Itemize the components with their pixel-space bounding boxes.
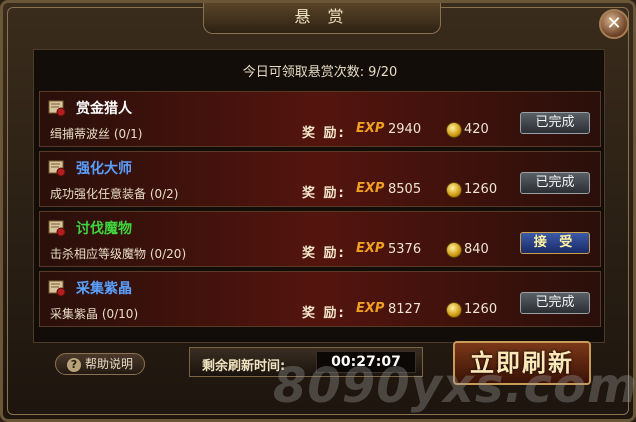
quest-name: 强化大师 — [76, 161, 132, 177]
reward-label: 奖 励: — [302, 126, 346, 141]
exp-label: EXP — [356, 181, 385, 196]
accept-button[interactable]: 接 受 — [520, 232, 590, 254]
window-title: 悬 赏 — [294, 7, 350, 26]
counter-label: 今日可领取悬赏次数: — [242, 65, 365, 80]
reward-label: 奖 励: — [302, 306, 346, 321]
reward-label: 奖 励: — [302, 246, 346, 261]
daily-bounty-counter: 今日可领取悬赏次数: 9/20 — [3, 61, 633, 80]
exp-value: 8505 — [388, 182, 422, 197]
gold-value: 840 — [464, 242, 489, 257]
scroll-icon — [48, 160, 66, 177]
quest-description: 成功强化任意装备 (0/2) — [50, 187, 179, 201]
quest-description: 采集紫晶 (0/10) — [50, 307, 139, 321]
gold-coin-icon — [446, 242, 462, 258]
quest-row: 讨伐魔物 击杀相应等级魔物 (0/20) 奖 励: EXP 5376 840 接… — [39, 211, 601, 267]
exp-value: 2940 — [388, 122, 422, 137]
help-button[interactable]: ? 帮助说明 — [55, 353, 145, 375]
quest-description: 击杀相应等级魔物 (0/20) — [50, 247, 187, 261]
quest-row: 采集紫晶 采集紫晶 (0/10) 奖 励: EXP 8127 1260 已完成 — [39, 271, 601, 327]
quest-description: 缉捕蒂波丝 (0/1) — [50, 127, 143, 141]
completed-button[interactable]: 已完成 — [520, 292, 590, 314]
completed-button[interactable]: 已完成 — [520, 112, 590, 134]
quest-name: 赏金猎人 — [76, 101, 132, 117]
bounty-window: 悬 赏 ✕ 今日可领取悬赏次数: 9/20 赏金猎人 缉捕蒂波丝 (0/1) 奖 … — [0, 0, 636, 422]
scroll-icon — [48, 220, 66, 237]
gold-value: 420 — [464, 122, 489, 137]
close-icon[interactable]: ✕ — [599, 9, 629, 39]
scroll-icon — [48, 100, 66, 117]
gold-coin-icon — [446, 122, 462, 138]
reward-label: 奖 励: — [302, 186, 346, 201]
gold-coin-icon — [446, 302, 462, 318]
quest-name: 讨伐魔物 — [76, 221, 132, 237]
help-icon: ? — [66, 358, 81, 372]
window-title-bar: 悬 赏 — [203, 3, 441, 34]
gold-coin-icon — [446, 182, 462, 198]
help-label: 帮助说明 — [84, 357, 133, 371]
site-watermark: 8090yxs.com — [273, 358, 636, 414]
exp-label: EXP — [356, 241, 385, 256]
exp-value: 5376 — [388, 242, 422, 257]
quest-row: 强化大师 成功强化任意装备 (0/2) 奖 励: EXP 8505 1260 已… — [39, 151, 601, 207]
quest-row: 赏金猎人 缉捕蒂波丝 (0/1) 奖 励: EXP 2940 420 已完成 — [39, 91, 601, 147]
completed-button[interactable]: 已完成 — [520, 172, 590, 194]
scroll-icon — [48, 280, 66, 297]
gold-value: 1260 — [464, 182, 498, 197]
quest-name: 采集紫晶 — [76, 281, 132, 297]
gold-value: 1260 — [464, 302, 498, 317]
exp-label: EXP — [356, 301, 385, 316]
exp-value: 8127 — [388, 302, 422, 317]
counter-value: 9/20 — [368, 65, 398, 80]
exp-label: EXP — [356, 121, 385, 136]
